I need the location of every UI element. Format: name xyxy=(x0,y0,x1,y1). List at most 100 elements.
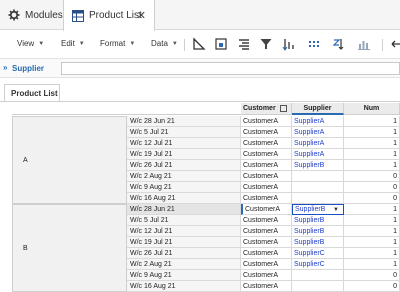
undo-icon[interactable] xyxy=(389,37,400,51)
menu-edit[interactable]: Edit ▼ xyxy=(61,39,85,48)
week-cell: W/c 16 Aug 21 xyxy=(127,193,241,204)
tab-product-list[interactable]: Product List ✕ xyxy=(63,0,155,31)
supplier-dropdown[interactable]: SupplierB ▼ xyxy=(292,204,344,215)
supplier-dropdown-value: SupplierB xyxy=(295,206,326,213)
table-row[interactable]: W/c 9 Aug 21 CustomerA 0 xyxy=(127,270,400,281)
week-cell: W/c 5 Jul 21 xyxy=(127,215,241,226)
menu-edit-label: Edit xyxy=(61,39,75,48)
customer-cell[interactable]: CustomerA xyxy=(241,215,292,226)
customer-cell[interactable]: CustomerA xyxy=(241,237,292,248)
chevron-down-icon[interactable]: ▼ xyxy=(333,207,339,213)
customer-cell[interactable]: CustomerA xyxy=(241,193,292,204)
supplier-cell[interactable]: SupplierB xyxy=(292,160,344,171)
customer-cell[interactable]: CustomerA xyxy=(241,270,292,281)
customer-cell[interactable]: CustomerA xyxy=(241,116,292,127)
supplier-cell[interactable]: SupplierA xyxy=(292,127,344,138)
menu-format[interactable]: Format ▼ xyxy=(100,39,135,48)
table-row[interactable]: W/c 28 Jun 21 CustomerA SupplierA 1 xyxy=(127,116,400,127)
frame-icon[interactable] xyxy=(214,37,228,51)
customer-cell[interactable]: CustomerA xyxy=(241,281,292,292)
supplier-cell[interactable] xyxy=(292,281,344,292)
supplier-cell[interactable]: SupplierC xyxy=(292,259,344,270)
filter-icon[interactable] xyxy=(259,37,273,51)
row-group-b[interactable]: B xyxy=(12,204,127,292)
customer-cell[interactable]: CustomerA xyxy=(241,160,292,171)
supplier-cell[interactable]: SupplierB xyxy=(292,226,344,237)
bar-chart-icon[interactable] xyxy=(357,37,371,51)
section-tab-product-list[interactable]: Product List xyxy=(4,84,60,102)
num-cell[interactable]: 1 xyxy=(344,237,400,248)
customer-cell[interactable]: CustomerA xyxy=(241,204,292,215)
supplier-cell[interactable]: SupplierA xyxy=(292,116,344,127)
num-cell[interactable]: 0 xyxy=(344,182,400,193)
customer-cell[interactable]: CustomerA xyxy=(241,182,292,193)
table-row[interactable]: W/c 26 Jul 21 CustomerA SupplierB 1 xyxy=(127,160,400,171)
table-row[interactable]: W/c 5 Jul 21 CustomerA SupplierB 1 xyxy=(127,215,400,226)
customer-cell[interactable]: CustomerA xyxy=(241,248,292,259)
sort-az-icon[interactable] xyxy=(332,37,346,51)
sort-icon[interactable] xyxy=(282,37,296,51)
table-row[interactable]: W/c 19 Jul 21 CustomerA SupplierA 1 xyxy=(127,149,400,160)
num-cell[interactable]: 0 xyxy=(344,281,400,292)
table-row[interactable]: W/c 12 Jul 21 CustomerA SupplierB 1 xyxy=(127,226,400,237)
double-chevron-down-icon[interactable]: » xyxy=(3,63,7,72)
menu-view[interactable]: View ▼ xyxy=(17,39,44,48)
customer-cell[interactable]: CustomerA xyxy=(241,127,292,138)
toolbar-divider xyxy=(184,39,185,51)
grid-dots-icon[interactable] xyxy=(307,37,321,51)
num-cell[interactable]: 1 xyxy=(344,204,400,215)
customer-cell[interactable]: CustomerA xyxy=(241,149,292,160)
num-cell[interactable]: 1 xyxy=(344,149,400,160)
table-row[interactable]: W/c 19 Jul 21 CustomerA SupplierB 1 xyxy=(127,237,400,248)
table-row[interactable]: W/c 2 Aug 21 CustomerA 0 xyxy=(127,171,400,182)
header-customer[interactable]: Customer xyxy=(241,103,292,115)
customer-cell[interactable]: CustomerA xyxy=(241,171,292,182)
column-picker-icon[interactable] xyxy=(279,105,287,112)
num-cell[interactable]: 1 xyxy=(344,248,400,259)
supplier-filter-input[interactable] xyxy=(61,62,400,75)
header-supplier[interactable]: Supplier xyxy=(292,103,344,115)
supplier-cell[interactable] xyxy=(292,193,344,204)
supplier-cell[interactable] xyxy=(292,270,344,281)
supplier-cell[interactable]: SupplierA xyxy=(292,138,344,149)
supplier-cell[interactable]: SupplierA xyxy=(292,149,344,160)
table-row[interactable]: W/c 12 Jul 21 CustomerA SupplierA 1 xyxy=(127,138,400,149)
num-cell[interactable]: 1 xyxy=(344,127,400,138)
triangle-ruler-icon[interactable] xyxy=(192,37,206,51)
menu-format-label: Format xyxy=(100,39,126,48)
table-row[interactable]: W/c 5 Jul 21 CustomerA SupplierA 1 xyxy=(127,127,400,138)
supplier-cell[interactable]: SupplierB xyxy=(292,215,344,226)
supplier-cell[interactable] xyxy=(292,171,344,182)
num-cell[interactable]: 1 xyxy=(344,138,400,149)
table-row[interactable]: W/c 28 Jun 21 CustomerA SupplierB ▼ 1 xyxy=(127,204,400,215)
menu-data[interactable]: Data ▼ xyxy=(151,39,178,48)
chevron-down-icon: ▼ xyxy=(129,40,136,47)
tab-modules[interactable]: Modules xyxy=(0,0,63,30)
num-cell[interactable]: 1 xyxy=(344,215,400,226)
gear-icon xyxy=(8,9,20,21)
num-cell[interactable]: 0 xyxy=(344,171,400,182)
num-cell[interactable]: 0 xyxy=(344,193,400,204)
table-row[interactable]: W/c 16 Aug 21 CustomerA 0 xyxy=(127,193,400,204)
supplier-cell[interactable]: SupplierC xyxy=(292,248,344,259)
menu-view-label: View xyxy=(17,39,35,48)
num-cell[interactable]: 0 xyxy=(344,270,400,281)
num-cell[interactable]: 1 xyxy=(344,160,400,171)
table-row[interactable]: W/c 26 Jul 21 CustomerA SupplierC 1 xyxy=(127,248,400,259)
table-row[interactable]: W/c 16 Aug 21 CustomerA 0 xyxy=(127,281,400,292)
table-row[interactable]: W/c 2 Aug 21 CustomerA SupplierC 1 xyxy=(127,259,400,270)
close-icon[interactable]: ✕ xyxy=(137,9,146,22)
num-cell[interactable]: 1 xyxy=(344,116,400,127)
align-right-icon[interactable] xyxy=(237,37,251,51)
header-num[interactable]: Num xyxy=(344,103,400,115)
num-cell[interactable]: 1 xyxy=(344,259,400,270)
supplier-cell[interactable] xyxy=(292,182,344,193)
row-group-a[interactable]: A xyxy=(12,116,127,204)
customer-cell[interactable]: CustomerA xyxy=(241,259,292,270)
chevron-down-icon: ▼ xyxy=(171,40,178,47)
customer-cell[interactable]: CustomerA xyxy=(241,226,292,237)
num-cell[interactable]: 1 xyxy=(344,226,400,237)
supplier-cell[interactable]: SupplierB xyxy=(292,237,344,248)
table-row[interactable]: W/c 9 Aug 21 CustomerA 0 xyxy=(127,182,400,193)
customer-cell[interactable]: CustomerA xyxy=(241,138,292,149)
